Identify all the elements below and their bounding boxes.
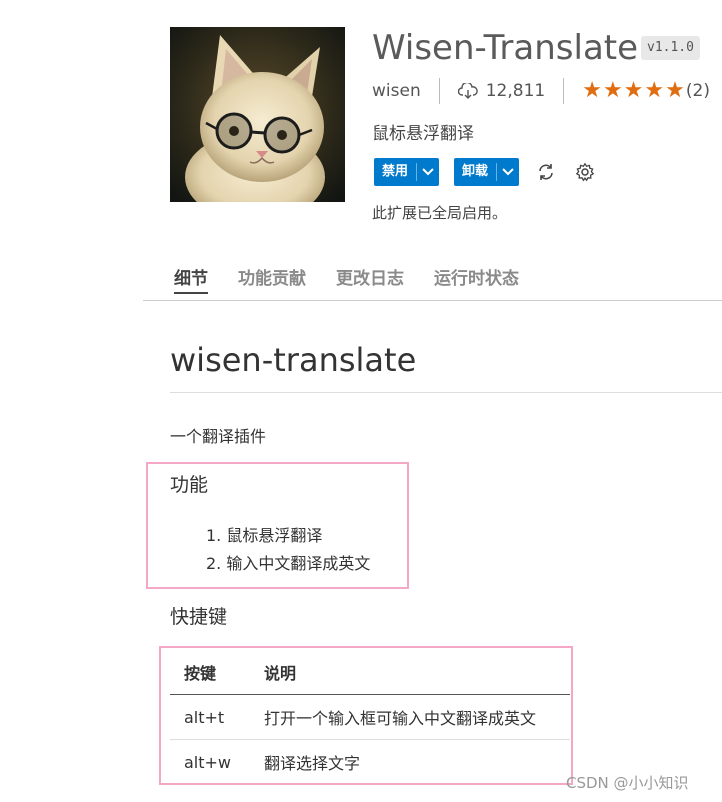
uninstall-split-button: 卸载 xyxy=(454,158,520,186)
watermark: CSDN @小小知识 xyxy=(566,774,689,792)
extension-description: 鼠标悬浮翻译 xyxy=(372,124,474,144)
features-list: 1. 鼠标悬浮翻译 2. 输入中文翻译成英文 xyxy=(206,522,370,578)
disable-dropdown-button[interactable] xyxy=(417,158,439,186)
table-cell: 翻译选择文字 xyxy=(264,754,361,773)
star-icon: ★ xyxy=(644,78,665,103)
readme-title: wisen-translate xyxy=(170,341,417,379)
disable-split-button: 禁用 xyxy=(374,158,440,186)
extension-actions: 禁用 卸载 xyxy=(374,158,612,186)
table-row: alt+w 翻译选择文字 xyxy=(170,740,570,785)
settings-button[interactable] xyxy=(573,158,597,186)
star-icon: ★ xyxy=(582,78,602,103)
publisher-link[interactable]: wisen xyxy=(372,81,421,101)
tab-contributions[interactable]: 功能贡献 xyxy=(238,266,306,294)
table-cell: 打开一个输入框可输入中文翻译成英文 xyxy=(250,694,570,740)
table-cell: alt+w xyxy=(184,752,232,772)
table-header-cell: 说明 xyxy=(250,650,570,695)
table-cell: alt+t xyxy=(170,694,250,740)
sync-button[interactable] xyxy=(534,158,558,186)
chevron-down-icon xyxy=(502,168,514,176)
version-badge: v1.1.0 xyxy=(641,36,700,60)
tab-changelog[interactable]: 更改日志 xyxy=(336,266,404,294)
tab-runtime-status[interactable]: 运行时状态 xyxy=(434,266,519,294)
chevron-down-icon xyxy=(422,168,434,176)
extension-tabs: 细节 功能贡献 更改日志 运行时状态 xyxy=(174,266,549,294)
tab-details[interactable]: 细节 xyxy=(174,266,208,294)
gear-icon xyxy=(575,162,595,182)
extension-meta-row: wisen 12,811 ★ ★ ★ ★ ★ (2) xyxy=(372,78,710,104)
table-row: alt+t 打开一个输入框可输入中文翻译成英文 xyxy=(170,694,570,740)
table-header-row: 按键 说明 xyxy=(170,650,570,695)
features-heading: 功能 xyxy=(170,474,209,496)
meta-divider xyxy=(563,78,565,104)
install-count-value: 12,811 xyxy=(485,81,546,101)
enablement-status: 此扩展已全局启用。 xyxy=(372,204,508,222)
cloud-download-icon xyxy=(457,83,478,99)
disable-button[interactable]: 禁用 xyxy=(374,158,416,186)
tabs-divider xyxy=(143,300,722,301)
star-icon: ★ xyxy=(623,78,644,103)
star-icon: ★ xyxy=(665,78,685,103)
rating-count: (2) xyxy=(685,81,710,101)
readme-title-divider xyxy=(170,392,722,393)
uninstall-button[interactable]: 卸载 xyxy=(454,158,496,186)
table-header-cell: 按键 xyxy=(170,650,250,695)
readme-intro: 一个翻译插件 xyxy=(170,427,267,446)
star-icon: ★ xyxy=(602,78,623,103)
extension-icon-image xyxy=(170,27,345,202)
extension-title: Wisen-Translate xyxy=(372,28,639,68)
sync-icon xyxy=(539,164,553,180)
list-item: 2. 输入中文翻译成英文 xyxy=(206,554,371,573)
rating[interactable]: ★ ★ ★ ★ ★ (2) xyxy=(582,80,710,102)
shortcuts-heading: 快捷键 xyxy=(170,606,228,628)
uninstall-dropdown-button[interactable] xyxy=(497,158,519,186)
meta-divider xyxy=(438,78,440,104)
list-item: 1. 鼠标悬浮翻译 xyxy=(206,526,323,545)
shortcuts-table: 按键 说明 alt+t 打开一个输入框可输入中文翻译成英文 alt+w 翻译选择… xyxy=(170,650,570,784)
install-count: 12,811 xyxy=(457,81,546,101)
